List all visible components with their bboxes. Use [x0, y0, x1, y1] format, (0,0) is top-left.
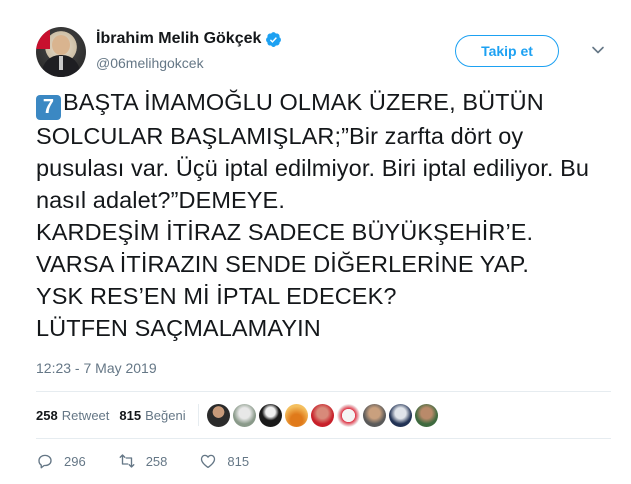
retweet-button[interactable]: 258 [118, 452, 168, 470]
liker-avatar[interactable] [362, 403, 386, 427]
keycap-seven-emoji: 7 [36, 95, 61, 120]
divider [36, 391, 611, 392]
liker-avatar[interactable] [388, 403, 412, 427]
liker-avatars [206, 403, 441, 427]
follow-button[interactable]: Takip et [455, 35, 559, 67]
divider [36, 438, 611, 439]
author-display-name[interactable]: İbrahim Melih Gökçek [96, 30, 261, 48]
stats-separator [197, 404, 199, 426]
verified-badge-icon [266, 31, 282, 47]
reply-button[interactable]: 296 [36, 452, 86, 470]
liker-avatar[interactable] [284, 403, 308, 427]
liker-avatar[interactable] [310, 403, 334, 427]
tweet-actions: 296 258 815 [36, 452, 281, 470]
retweet-stat-label: Retweet [61, 407, 110, 423]
like-stat-count: 815 [119, 407, 142, 423]
liker-avatar[interactable] [206, 403, 230, 427]
liker-avatar[interactable] [336, 403, 360, 427]
author-handle[interactable]: @06melihgokcek [96, 55, 204, 71]
author-name-row[interactable]: İbrahim Melih Gökçek [96, 30, 282, 48]
reply-icon [38, 454, 52, 469]
retweet-count: 258 [145, 453, 168, 469]
tweet-text: 7 BAŞTA İMAMOĞLU OLMAK ÜZERE, BÜTÜN SOLCU… [36, 86, 611, 344]
retweet-stat[interactable]: 258 Retweet [36, 408, 109, 423]
liker-avatar[interactable] [414, 403, 438, 427]
tweet-timestamp[interactable]: 12:23 - 7 May 2019 [36, 360, 157, 376]
like-button[interactable]: 815 [199, 452, 249, 470]
tweet-body: BAŞTA İMAMOĞLU OLMAK ÜZERE, BÜTÜN SOLCUL… [36, 89, 590, 341]
like-stat[interactable]: 815 Beğeni [119, 408, 185, 423]
retweet-icon [119, 454, 135, 468]
liker-avatar[interactable] [232, 403, 256, 427]
like-count: 815 [227, 453, 250, 469]
chevron-down-icon[interactable] [591, 43, 605, 57]
like-stat-label: Beğeni [145, 407, 186, 423]
reply-count: 296 [64, 453, 86, 469]
retweet-stat-count: 258 [36, 407, 58, 423]
liker-avatar[interactable] [258, 403, 282, 427]
author-avatar[interactable] [36, 27, 86, 77]
tweet-stats: 258 Retweet 815 Beğeni [36, 399, 441, 431]
tweet-header: İbrahim Melih Gökçek @06melihgokcek Taki… [36, 24, 607, 80]
heart-icon [201, 454, 216, 469]
